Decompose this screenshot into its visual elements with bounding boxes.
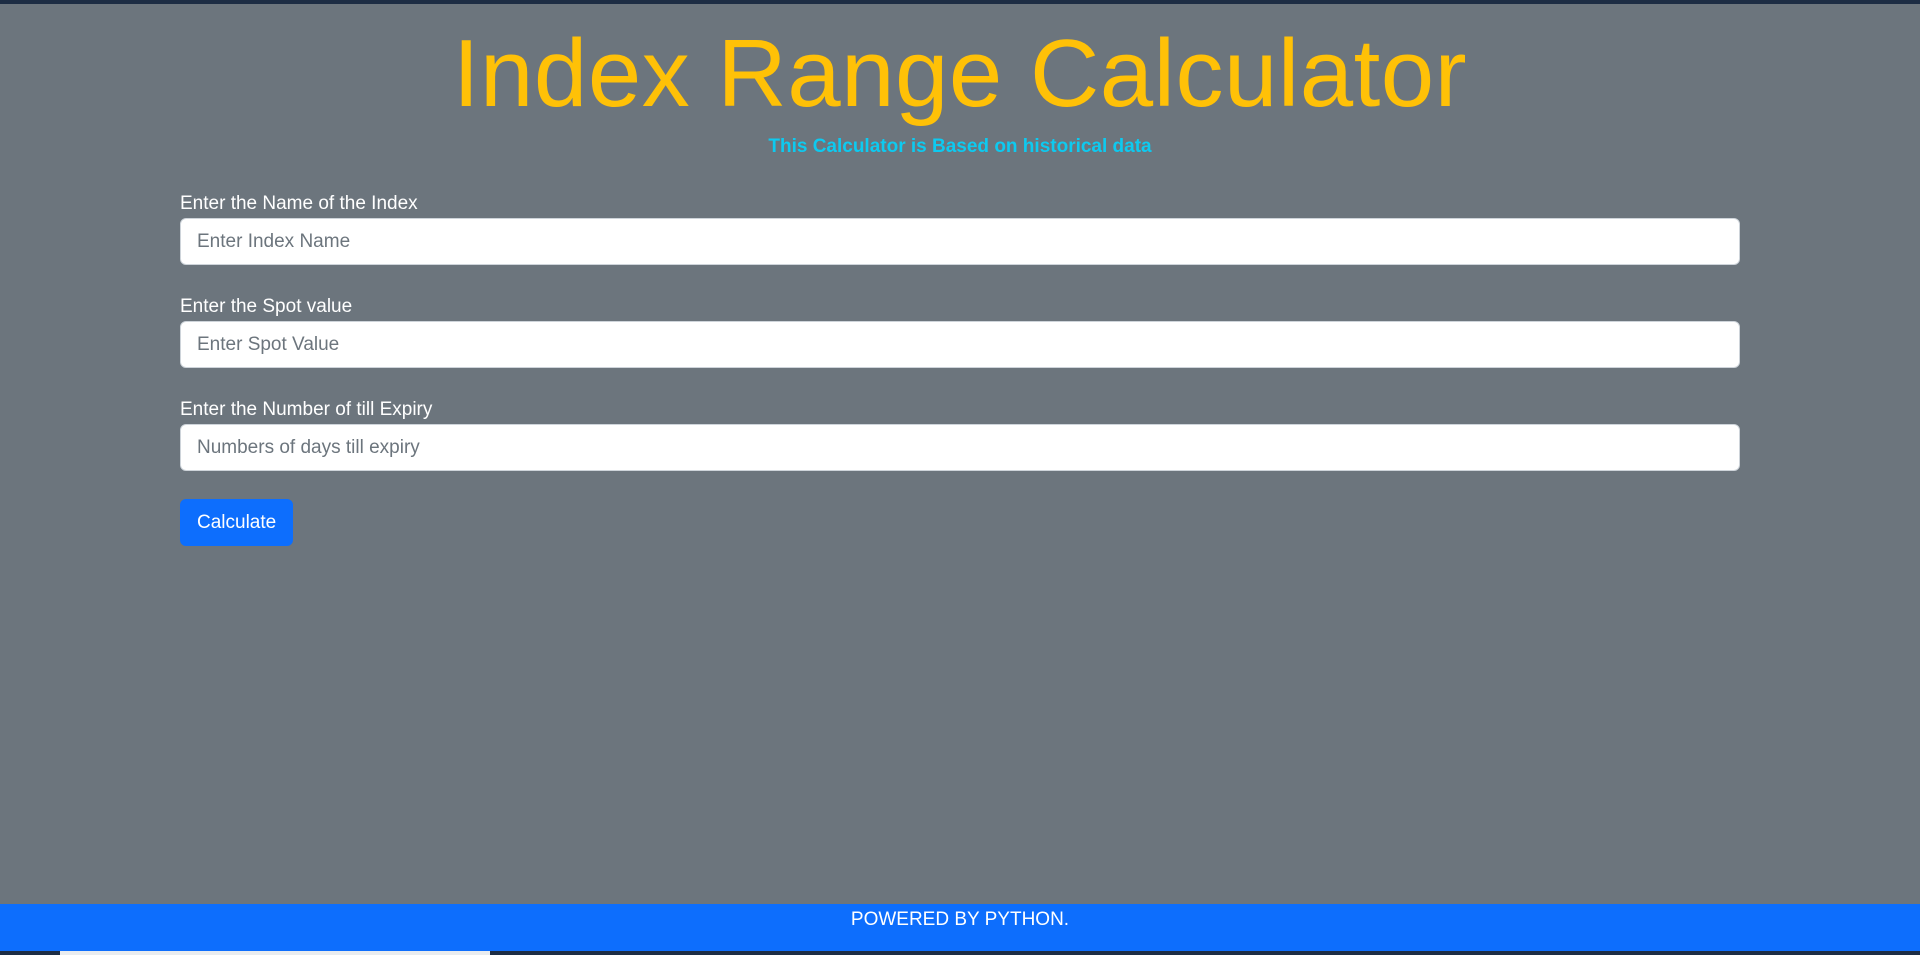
footer-text: POWERED BY PYTHON. [850,909,1070,930]
horizontal-scrollbar-thumb[interactable] [60,951,490,955]
days-to-expiry-group: Enter the Number of till Expiry [180,398,1740,471]
page-title: Index Range Calculator [452,20,1468,127]
spot-value-input[interactable] [180,321,1740,368]
spot-value-label: Enter the Spot value [180,296,353,317]
index-name-input[interactable] [180,218,1740,265]
window-bottom-strip [0,951,1920,955]
days-to-expiry-input[interactable] [180,424,1740,471]
days-to-expiry-label: Enter the Number of till Expiry [180,399,433,420]
index-name-label: Enter the Name of the Index [180,193,418,214]
calculate-button[interactable]: Calculate [180,499,294,546]
page-subtitle: This Calculator is Based on historical d… [768,136,1152,157]
spot-value-group: Enter the Spot value [180,295,1740,368]
window-top-strip [0,0,1920,4]
index-name-group: Enter the Name of the Index [180,192,1740,265]
footer: POWERED BY PYTHON. [0,904,1920,951]
calculator-form: Enter the Name of the Index Enter the Sp… [180,192,1740,546]
